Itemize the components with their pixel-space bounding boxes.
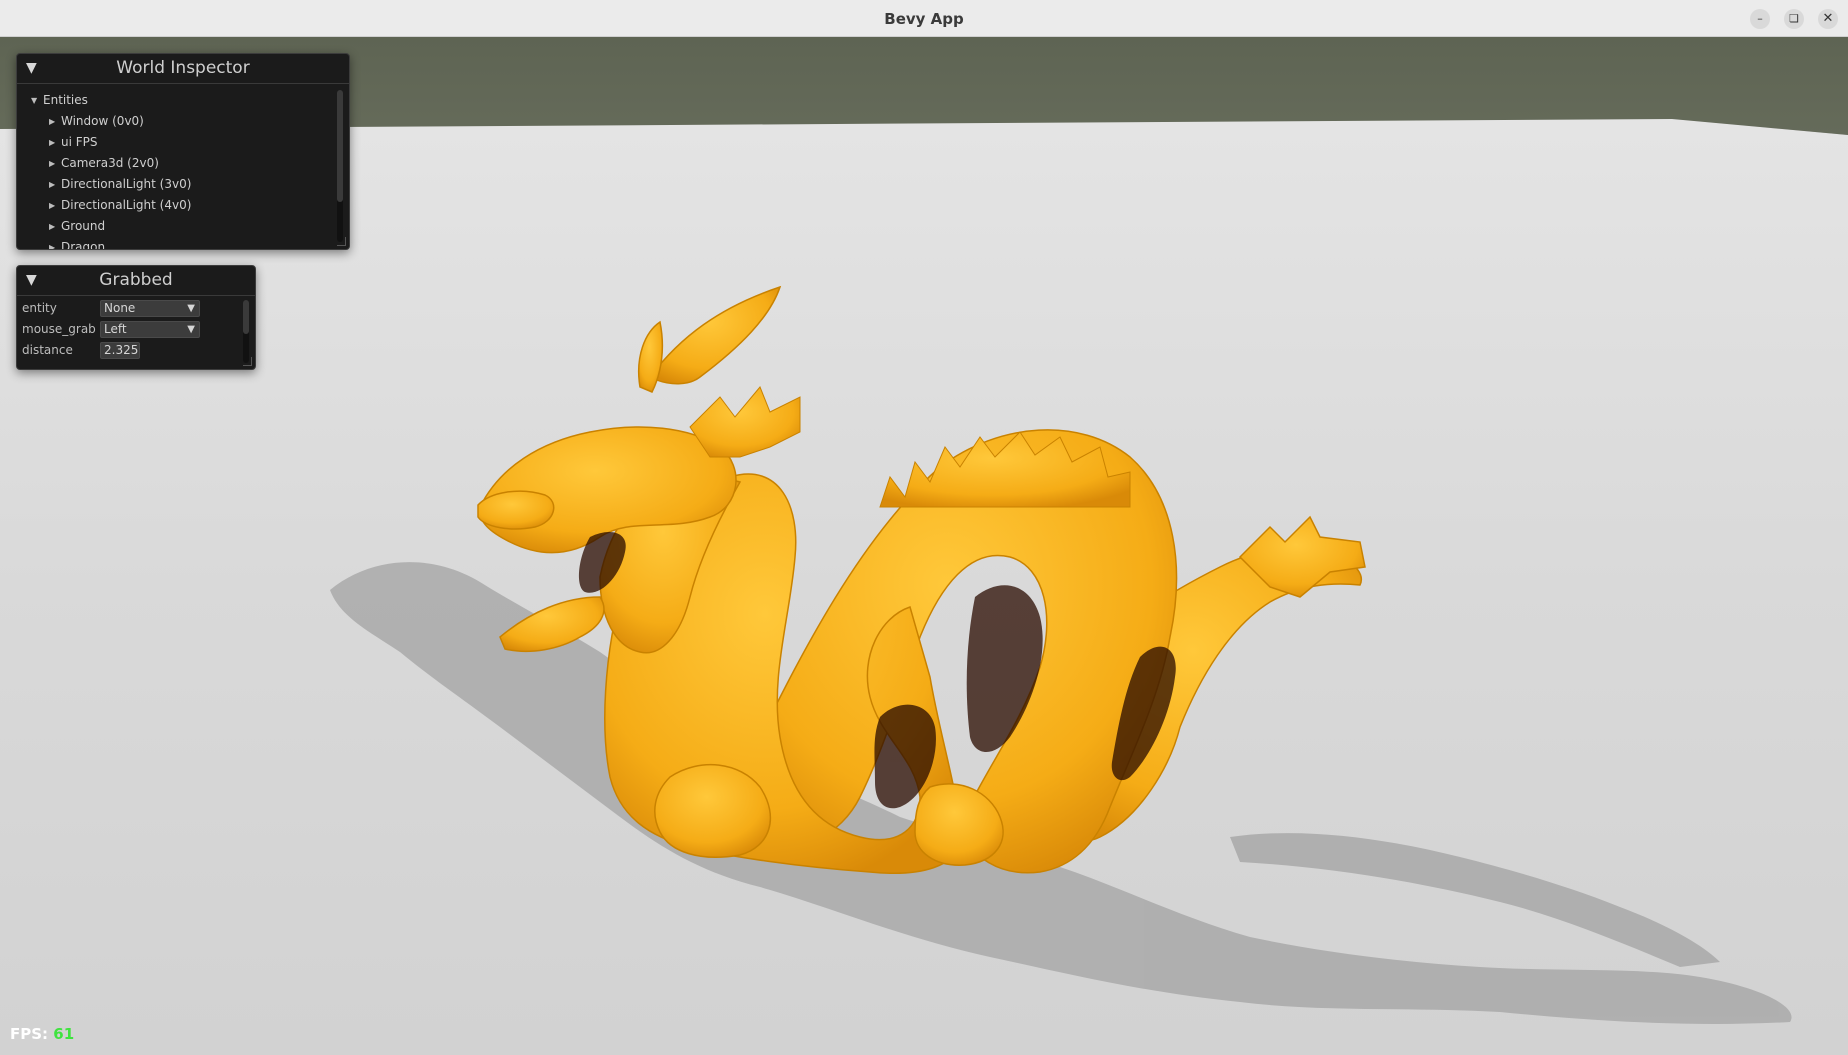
inspector-scrollbar[interactable]	[337, 90, 343, 242]
collapsed-arrow-icon[interactable]: ▶	[49, 132, 59, 153]
entity-item[interactable]: ▶ Dragon	[31, 237, 191, 249]
entity-item[interactable]: ▶ DirectionalLight (3v0)	[31, 174, 191, 195]
maximize-button[interactable]: ❏	[1784, 9, 1804, 29]
world-inspector-header[interactable]: ▼ World Inspector	[17, 54, 349, 84]
entities-group[interactable]: ▼ Entities	[31, 90, 191, 111]
close-icon: ✕	[1822, 11, 1834, 26]
resize-grip-icon[interactable]	[337, 237, 346, 246]
grabbed-header[interactable]: ▼ Grabbed	[17, 266, 255, 296]
fps-value: 61	[53, 1025, 75, 1043]
dropdown-arrow-icon: ▼	[187, 324, 195, 335]
entity-row: entity None ▼	[22, 299, 222, 318]
mouse-grab-select[interactable]: Left ▼	[100, 321, 200, 338]
minimize-icon: –	[1757, 12, 1763, 25]
entity-select[interactable]: None ▼	[100, 300, 200, 317]
app-window: Bevy App – ❏ ✕ ▼ World Inspector ▼ Entit…	[0, 0, 1848, 1055]
collapsed-arrow-icon[interactable]: ▶	[49, 174, 59, 195]
world-inspector-panel[interactable]: ▼ World Inspector ▼ Entities ▶ Window (0v0…	[16, 53, 350, 250]
collapsed-arrow-icon[interactable]: ▶	[49, 216, 59, 237]
resize-grip-icon[interactable]	[243, 357, 252, 366]
collapsed-arrow-icon[interactable]: ▶	[49, 111, 59, 132]
inspector-scrollbar-thumb[interactable]	[337, 90, 343, 202]
expand-arrow-icon[interactable]: ▼	[31, 90, 41, 111]
dropdown-arrow-icon: ▼	[187, 303, 195, 314]
grabbed-panel[interactable]: ▼ Grabbed entity None ▼ mouse_grab Left …	[16, 265, 256, 370]
entity-label: entity	[22, 301, 57, 315]
distance-value: 2.325	[104, 343, 139, 357]
mouse-grab-row: mouse_grab Left ▼	[22, 320, 222, 339]
distance-drag-value[interactable]: 2.325	[100, 342, 140, 359]
minimize-button[interactable]: –	[1750, 9, 1770, 29]
fps-label: FPS:	[10, 1025, 54, 1043]
window-title: Bevy App	[884, 10, 964, 28]
mouse-grab-select-value: Left	[104, 322, 127, 336]
maximize-icon: ❏	[1789, 12, 1799, 25]
entity-tree: ▼ Entities ▶ Window (0v0) ▶ ui FPS ▶ Camera3…	[31, 90, 191, 249]
close-button[interactable]: ✕	[1818, 9, 1838, 29]
grabbed-title: Grabbed	[99, 270, 173, 290]
entity-item[interactable]: ▶ ui FPS	[31, 132, 191, 153]
entity-item[interactable]: ▶ Window (0v0)	[31, 111, 191, 132]
world-inspector-title: World Inspector	[116, 58, 250, 78]
grabbed-scrollbar[interactable]	[243, 300, 249, 363]
title-bar[interactable]: Bevy App – ❏ ✕	[0, 0, 1848, 37]
collapsed-arrow-icon[interactable]: ▶	[49, 237, 59, 249]
fps-counter: FPS: 61	[10, 1025, 74, 1043]
collapsed-arrow-icon[interactable]: ▶	[49, 153, 59, 174]
entity-item[interactable]: ▶ Camera3d (2v0)	[31, 153, 191, 174]
grabbed-scrollbar-thumb[interactable]	[243, 300, 249, 334]
mouse-grab-label: mouse_grab	[22, 322, 96, 336]
entity-item[interactable]: ▶ DirectionalLight (4v0)	[31, 195, 191, 216]
collapsed-arrow-icon[interactable]: ▶	[49, 195, 59, 216]
entity-select-value: None	[104, 301, 136, 315]
entity-item[interactable]: ▶ Ground	[31, 216, 191, 237]
distance-label: distance	[22, 343, 73, 357]
distance-row: distance 2.325	[22, 341, 222, 360]
